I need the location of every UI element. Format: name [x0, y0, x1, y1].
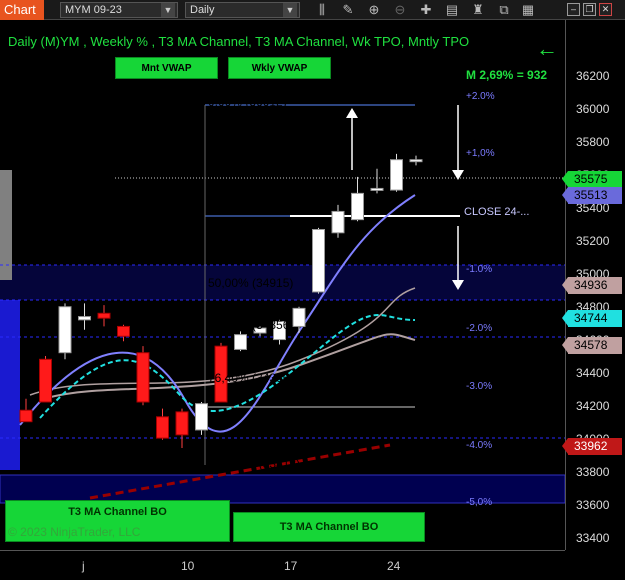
indicator-title: Daily (M)YM , Weekly % , T3 MA Channel, …: [8, 34, 470, 49]
last-price-tag: 35575: [562, 171, 622, 188]
instrument-selector[interactable]: MYM 09-23 ▼: [60, 2, 178, 18]
strategy-icon[interactable]: ♜: [469, 2, 487, 18]
time-axis[interactable]: j 10 17 24: [0, 550, 565, 580]
mpp-label: MPP: [208, 410, 235, 424]
candle-body: [175, 411, 189, 436]
interval-selector[interactable]: Daily ▼: [185, 2, 300, 18]
bar-type-icon[interactable]: ⫼: [313, 2, 331, 18]
zoom-in-icon[interactable]: ⊕: [365, 2, 383, 18]
weekly-vwap-button[interactable]: Wkly VWAP: [228, 57, 331, 79]
attach-icon[interactable]: ⧉: [495, 2, 513, 18]
candle-body: [195, 403, 208, 431]
back-arrow-icon[interactable]: ←: [536, 38, 558, 60]
restore-button[interactable]: ❐: [583, 3, 596, 16]
zoom-out-icon[interactable]: ⊖: [391, 2, 409, 18]
move-stat: M 2,69% = 932: [466, 68, 548, 82]
candle-body: [390, 159, 403, 191]
price-tick: 33600: [576, 498, 610, 512]
pct-plus1: +1,0%: [466, 148, 495, 159]
candle-body: [97, 312, 111, 319]
price-tick: 34400: [576, 366, 610, 380]
pct-minus5: -5,0%: [466, 497, 493, 508]
candle-body: [136, 352, 150, 403]
price-tick: 34200: [576, 399, 610, 413]
pencil-draw-icon[interactable]: ✎: [339, 2, 357, 18]
candle-body: [117, 325, 130, 337]
instrument-value: MYM 09-23: [65, 4, 122, 16]
price-tick: 36200: [576, 69, 610, 83]
candle-body: [351, 192, 364, 221]
chart-panel[interactable]: Daily (M)YM , Weekly % , T3 MA Channel, …: [0, 20, 565, 550]
trendline-price-tag: 33962: [562, 438, 622, 455]
minimize-button[interactable]: –: [567, 3, 580, 16]
fib-0-label: 0,00% (36012): [208, 95, 287, 109]
candle-body: [331, 210, 345, 234]
t3-bo-button-right[interactable]: T3 MA Channel BO: [233, 512, 425, 542]
candle-body: [409, 159, 423, 163]
price-tick: 33800: [576, 465, 610, 479]
close-label: CLOSE 24-...: [464, 206, 530, 218]
fib-764-label: 76,40% (34336): [208, 371, 294, 385]
fib-mr2-label: MR2: [208, 108, 234, 122]
fib-100-label: 100,00% (33818): [208, 457, 301, 471]
candle-body: [370, 187, 384, 191]
fib-382-label: 38,20% (35174): [208, 233, 294, 247]
price-tick: 36000: [576, 102, 610, 116]
weekly-profile: [0, 170, 12, 280]
candle-body: [156, 416, 169, 439]
chevron-down-icon[interactable]: ▼: [283, 3, 297, 17]
pct-minus4: -4.0%: [466, 440, 493, 451]
lower-channel-tag: 34578: [562, 337, 622, 354]
monthly-profile: [0, 300, 20, 470]
crosshair-icon[interactable]: ✚: [417, 2, 435, 18]
candle-body: [234, 334, 247, 350]
date-tick: 17: [284, 559, 298, 573]
grid-icon[interactable]: ▦: [519, 2, 537, 18]
pct-minus3: -3.0%: [466, 381, 493, 392]
price-tick: 35200: [576, 234, 610, 248]
chevron-down-icon[interactable]: ▼: [161, 3, 175, 17]
candle-body: [292, 307, 306, 327]
candle-body: [78, 316, 91, 321]
interval-value: Daily: [190, 4, 215, 16]
candle-body: [312, 229, 325, 293]
ma-price-tag: 35513: [562, 187, 622, 204]
fib-236-label: 23,60% (35494): [208, 180, 294, 194]
close-button[interactable]: ✕: [599, 3, 612, 16]
chart-toolbar: Chart MYM 09-23 ▼ Daily ▼ ⫼ ✎ ⊕ ⊖ ✚ ▤ ♜ …: [0, 0, 625, 20]
properties-icon[interactable]: ▤: [443, 2, 461, 18]
copyright-text: © 2023 NinjaTrader, LLC: [8, 525, 141, 539]
cyan-ma-tag: 34744: [562, 310, 622, 327]
date-tick: 24: [387, 559, 401, 573]
monthly-vwap-button[interactable]: Mnt VWAP: [115, 57, 218, 79]
candle-body: [58, 306, 72, 354]
chart-tab[interactable]: Chart: [0, 0, 44, 20]
price-tick: 35800: [576, 135, 610, 149]
pct-plus2: +2.0%: [466, 91, 495, 102]
upper-channel-tag: 34936: [562, 277, 622, 294]
candle-body: [19, 409, 33, 423]
date-tick: 10: [181, 559, 195, 573]
pct-minus1: -1.0%: [466, 264, 493, 275]
fib-50-label: 50,00% (34915): [208, 276, 294, 290]
price-tick: 33400: [576, 531, 610, 545]
candle-body: [39, 358, 52, 403]
candle-series: [19, 153, 423, 448]
fib-618-label: 61,80% (34856): [208, 318, 294, 332]
date-tick: j: [82, 559, 85, 573]
pct-minus2: -2.0%: [466, 323, 493, 334]
